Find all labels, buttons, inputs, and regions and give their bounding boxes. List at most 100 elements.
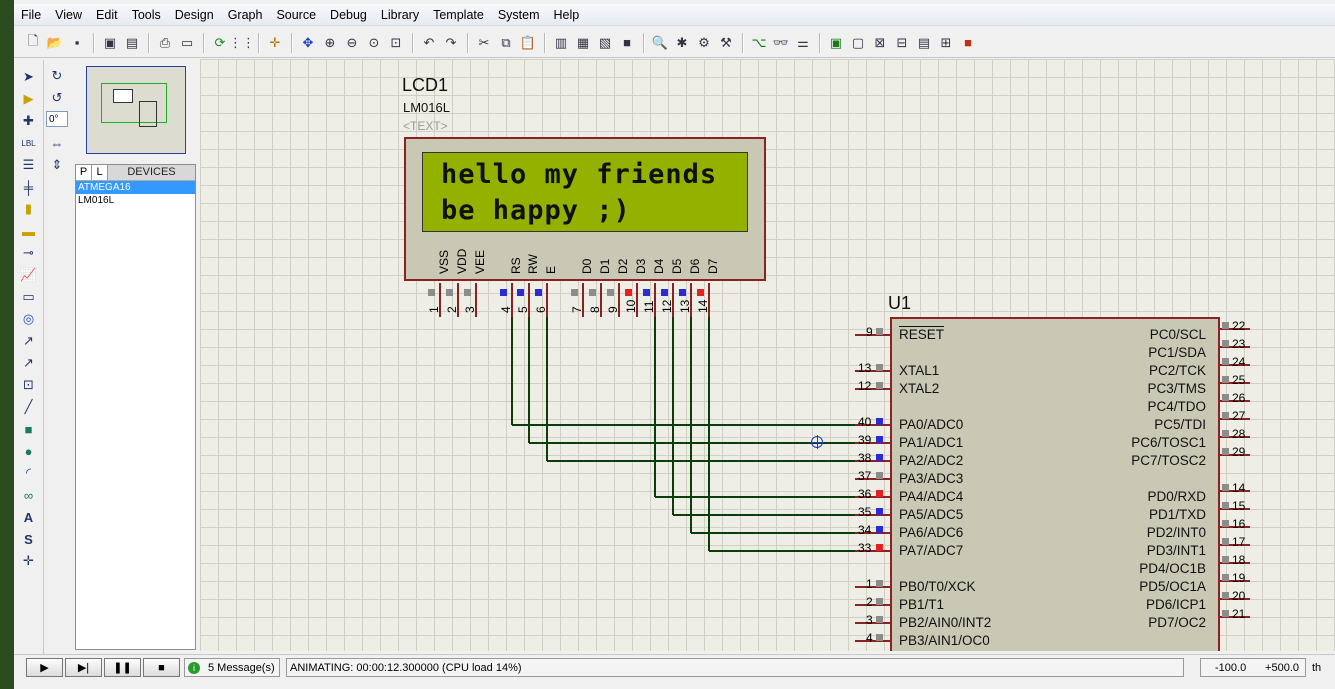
device-item-lm016l[interactable]: LM016L bbox=[76, 194, 195, 207]
zoom-area-icon[interactable]: ⊡ bbox=[387, 33, 406, 52]
menu-view[interactable]: View bbox=[48, 4, 89, 26]
schematic-canvas[interactable]: LCD1 LM016L <TEXT> hello my friends be h… bbox=[200, 59, 1335, 651]
virtual-instruments-icon[interactable]: ⊡ bbox=[19, 375, 39, 395]
new-sheet-icon[interactable]: ▣ bbox=[827, 33, 846, 52]
lcd-text-placeholder[interactable]: <TEXT> bbox=[403, 119, 448, 133]
menu-edit[interactable]: Edit bbox=[89, 4, 125, 26]
pick-device-icon[interactable]: 🔍 bbox=[651, 33, 670, 52]
symbol-2d-icon[interactable]: S bbox=[19, 529, 39, 549]
library-manager-tab[interactable]: L bbox=[92, 165, 108, 180]
zoom-in-icon[interactable]: ⊕ bbox=[321, 33, 340, 52]
property-assign-icon[interactable]: ⚌ bbox=[794, 33, 813, 52]
block-rotate-icon[interactable]: ▧ bbox=[596, 33, 615, 52]
menu-library[interactable]: Library bbox=[374, 4, 426, 26]
overview-window[interactable] bbox=[86, 66, 186, 154]
line-2d-icon[interactable]: ╱ bbox=[19, 397, 39, 417]
wire-label-icon[interactable]: LBL bbox=[19, 133, 39, 153]
menu-debug[interactable]: Debug bbox=[323, 4, 374, 26]
pause-button[interactable]: ❚❚ bbox=[104, 658, 141, 677]
mcu-reference[interactable]: U1 bbox=[888, 293, 911, 314]
make-device-icon[interactable]: ✱ bbox=[673, 33, 692, 52]
animation-status: ANIMATING: 00:00:12.300000 (CPU load 14%… bbox=[286, 658, 1184, 677]
block-move-icon[interactable]: ▦ bbox=[574, 33, 593, 52]
lcd-part-value[interactable]: LM016L bbox=[403, 100, 450, 115]
menu-graph[interactable]: Graph bbox=[221, 4, 270, 26]
rotate-anticlockwise-icon[interactable]: ↺ bbox=[47, 88, 67, 108]
menu-tools[interactable]: Tools bbox=[125, 4, 168, 26]
component-mode-icon[interactable]: ▶ bbox=[19, 89, 39, 109]
selection-mode-icon[interactable]: ➤ bbox=[19, 67, 39, 87]
generator-icon[interactable]: ◎ bbox=[19, 309, 39, 329]
zoom-out-icon[interactable]: ⊖ bbox=[343, 33, 362, 52]
text-script-icon[interactable]: ☰ bbox=[19, 155, 39, 175]
undo-icon[interactable]: ↶ bbox=[420, 33, 439, 52]
netlist-icon[interactable]: ⊞ bbox=[937, 33, 956, 52]
remove-sheet-icon[interactable]: ▢ bbox=[849, 33, 868, 52]
subcircuit-icon[interactable]: ▮ bbox=[19, 199, 39, 219]
wire-autorouter-icon[interactable]: ⌥ bbox=[750, 33, 769, 52]
box-2d-icon[interactable]: ■ bbox=[19, 419, 39, 439]
open-file-icon[interactable]: 📂 bbox=[46, 33, 65, 52]
ares-icon[interactable]: ■ bbox=[959, 33, 978, 52]
refresh-icon[interactable]: ⟳ bbox=[211, 33, 230, 52]
device-pins-icon[interactable]: ⊸ bbox=[19, 243, 39, 263]
rotation-angle-input[interactable] bbox=[46, 111, 68, 127]
circle-2d-icon[interactable]: ● bbox=[19, 441, 39, 461]
copy-icon[interactable]: ⧉ bbox=[497, 33, 516, 52]
import-icon[interactable]: ▣ bbox=[101, 33, 120, 52]
mcu-left-pin-label: PB3/AIN1/OC0 bbox=[899, 633, 990, 648]
mcu-right-pin-state bbox=[1222, 538, 1229, 545]
pick-devices-tab[interactable]: P bbox=[76, 165, 92, 180]
arc-2d-icon[interactable]: ◜ bbox=[19, 463, 39, 483]
block-copy-icon[interactable]: ▥ bbox=[552, 33, 571, 52]
lcd-pin-state bbox=[643, 289, 650, 296]
current-probe-icon[interactable]: ↗ bbox=[19, 353, 39, 373]
pan-icon[interactable]: ✥ bbox=[299, 33, 318, 52]
play-button[interactable]: ▶ bbox=[26, 658, 63, 677]
step-button[interactable]: ▶| bbox=[65, 658, 102, 677]
print-icon[interactable]: ⎙ bbox=[156, 33, 175, 52]
menu-help[interactable]: Help bbox=[547, 4, 587, 26]
redo-icon[interactable]: ↷ bbox=[442, 33, 461, 52]
mcu-right-pin-label: PC3/TMS bbox=[1147, 381, 1206, 396]
menu-system[interactable]: System bbox=[491, 4, 547, 26]
zoom-all-icon[interactable]: ⊙ bbox=[365, 33, 384, 52]
buses-icon[interactable]: ╪ bbox=[19, 177, 39, 197]
grid-icon[interactable]: ⋮⋮ bbox=[229, 33, 255, 52]
electrical-check-icon[interactable]: ▤ bbox=[915, 33, 934, 52]
lcd-reference[interactable]: LCD1 bbox=[402, 75, 448, 96]
export-icon[interactable]: ▤ bbox=[123, 33, 142, 52]
new-file-icon[interactable]: 🗋 bbox=[24, 33, 43, 52]
terminals-icon[interactable]: ▬ bbox=[19, 221, 39, 241]
package-tool-icon[interactable]: ⚙ bbox=[695, 33, 714, 52]
graph-mode-icon[interactable]: 📈 bbox=[19, 265, 39, 285]
print-area-icon[interactable]: ▭ bbox=[178, 33, 197, 52]
bill-of-materials-icon[interactable]: ⊟ bbox=[893, 33, 912, 52]
rotate-clockwise-icon[interactable]: ↻ bbox=[47, 66, 67, 86]
menu-file[interactable]: File bbox=[14, 4, 48, 26]
path-2d-icon[interactable]: ∞ bbox=[19, 485, 39, 505]
junction-dot-icon[interactable]: ✚ bbox=[19, 111, 39, 131]
marker-2d-icon[interactable]: ✛ bbox=[19, 551, 39, 571]
mcu-right-pin-label: PC6/TOSC1 bbox=[1131, 435, 1206, 450]
paste-icon[interactable]: 📋 bbox=[519, 33, 538, 52]
text-2d-icon[interactable]: A bbox=[19, 507, 39, 527]
save-file-icon[interactable]: ▪ bbox=[68, 33, 87, 52]
messages-box[interactable]: i 5 Message(s) bbox=[184, 658, 280, 677]
mirror-vertical-icon[interactable]: ⇕ bbox=[47, 155, 67, 175]
decompose-icon[interactable]: ⚒ bbox=[717, 33, 736, 52]
cut-icon[interactable]: ✂ bbox=[475, 33, 494, 52]
search-tag-icon[interactable]: 👓 bbox=[772, 33, 791, 52]
stop-button[interactable]: ■ bbox=[143, 658, 180, 677]
exit-parent-icon[interactable]: ⊠ bbox=[871, 33, 890, 52]
menu-design[interactable]: Design bbox=[168, 4, 221, 26]
menu-source[interactable]: Source bbox=[269, 4, 323, 26]
block-delete-icon[interactable]: ■ bbox=[618, 33, 637, 52]
origin-icon[interactable]: ✛ bbox=[266, 33, 285, 52]
device-item-atmega16[interactable]: ATMEGA16 bbox=[76, 181, 195, 194]
voltage-probe-icon[interactable]: ↗ bbox=[19, 331, 39, 351]
menu-template[interactable]: Template bbox=[426, 4, 491, 26]
lcd-pin-number: 10 bbox=[624, 299, 638, 313]
mirror-horizontal-icon[interactable]: ⇔ bbox=[47, 133, 67, 153]
tape-recorder-icon[interactable]: ▭ bbox=[19, 287, 39, 307]
